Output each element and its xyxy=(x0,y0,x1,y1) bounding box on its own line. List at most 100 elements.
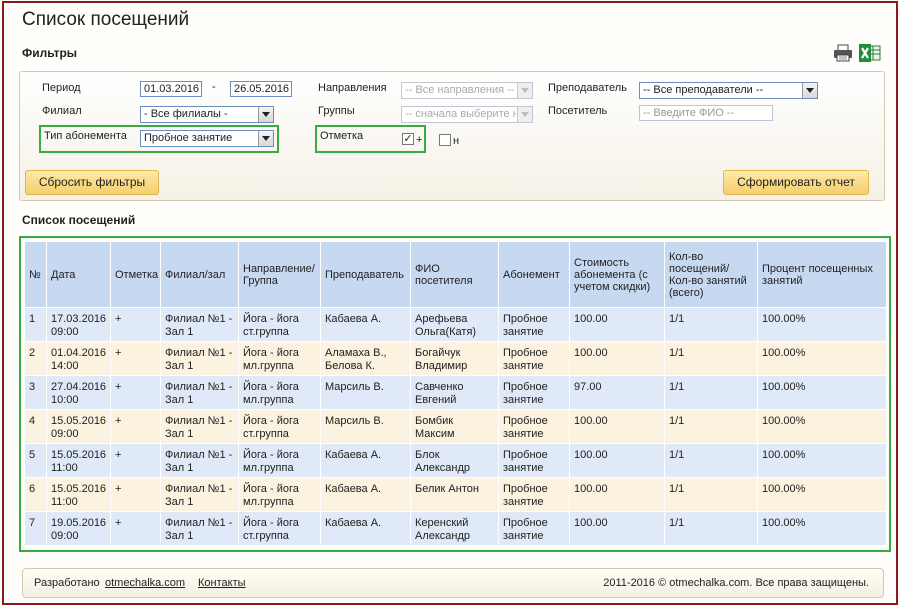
branch-select[interactable]: - Все филиалы - xyxy=(140,106,274,123)
table-cell: Керенский Александр xyxy=(410,511,499,546)
reset-filters-button[interactable]: Сбросить фильтры xyxy=(25,170,159,195)
column-header: Отметка xyxy=(110,241,161,308)
table-row: 2 01.04.2016 14:00 + Филиал №1 - Зал 1 Йога … xyxy=(24,341,887,376)
table-cell: 100.00% xyxy=(757,477,887,512)
mark-plus-checkbox[interactable]: ✓ xyxy=(402,133,414,145)
teacher-select[interactable]: -- Все преподаватели -- xyxy=(639,82,818,99)
table-cell: Йога - йога мл.группа xyxy=(238,375,321,410)
developer-link[interactable]: otmechalka.com xyxy=(105,577,185,589)
mark-n-label: н xyxy=(453,135,460,147)
table-cell: 27.04.2016 10:00 xyxy=(46,375,111,410)
table-cell: 100.00 xyxy=(569,307,665,342)
table-cell: Блок Александр xyxy=(410,443,499,478)
table-cell: 17.03.2016 09:00 xyxy=(46,307,111,342)
date-to-input[interactable]: 26.05.2016 xyxy=(230,81,292,97)
table-cell: 100.00 xyxy=(569,409,665,444)
mark-n-checkbox[interactable] xyxy=(439,134,451,146)
table-cell: 100.00 xyxy=(569,341,665,376)
table-cell: 1/1 xyxy=(664,409,758,444)
mark-plus-label: + xyxy=(416,134,423,146)
teacher-select-value: -- Все преподаватели -- xyxy=(643,84,764,96)
printer-icon[interactable] xyxy=(833,43,853,63)
column-header: Дата xyxy=(46,241,111,308)
table-row: 5 15.05.2016 11:00 + Филиал №1 - Зал 1 Йога … xyxy=(24,443,887,478)
table-cell: 5 xyxy=(24,443,47,478)
table-row: 3 27.04.2016 10:00 + Филиал №1 - Зал 1 Йога … xyxy=(24,375,887,410)
table-cell: 100.00% xyxy=(757,307,887,342)
table-cell: Пробное занятие xyxy=(498,375,570,410)
date-separator: - xyxy=(212,81,216,93)
date-from-input[interactable]: 01.03.2016 xyxy=(140,81,202,97)
table-cell: 100.00 xyxy=(569,443,665,478)
chevron-down-icon xyxy=(802,83,817,98)
subscription-type-value: Пробное занятие xyxy=(144,132,233,144)
table-cell: 97.00 xyxy=(569,375,665,410)
table-cell: Кабаева А. xyxy=(320,307,411,342)
table-cell: + xyxy=(110,341,161,376)
teacher-label: Преподаватель xyxy=(548,82,627,94)
directions-label: Направления xyxy=(318,82,387,94)
table-cell: 100.00 xyxy=(569,477,665,512)
filter-panel: Период 01.03.2016 - 26.05.2016 Филиал - … xyxy=(19,71,885,201)
table-cell: 4 xyxy=(24,409,47,444)
table-cell: 1/1 xyxy=(664,375,758,410)
column-header: Стоимость абонемента (с учетом скидки) xyxy=(569,241,665,308)
table-cell: Кабаева А. xyxy=(320,511,411,546)
table-cell: Филиал №1 - Зал 1 xyxy=(160,511,239,546)
table-cell: 100.00% xyxy=(757,443,887,478)
generate-report-button[interactable]: Сформировать отчет xyxy=(723,170,869,195)
directions-select[interactable]: -- Все направления -- xyxy=(401,82,533,99)
visits-table: № Дата Отметка Филиал/зал Направление/ Групп… xyxy=(24,241,887,546)
table-cell: 1/1 xyxy=(664,341,758,376)
chevron-down-icon xyxy=(517,107,532,122)
table-cell: Кабаева А. xyxy=(320,443,411,478)
table-cell: 15.05.2016 11:00 xyxy=(46,443,111,478)
column-header: Кол-во посещений/ Кол-во занятий (всего) xyxy=(664,241,758,308)
column-header: Филиал/зал xyxy=(160,241,239,308)
contacts-link[interactable]: Контакты xyxy=(198,577,246,589)
directions-select-value: -- Все направления -- xyxy=(405,84,515,96)
excel-icon[interactable] xyxy=(859,43,881,63)
page-title: Список посещений xyxy=(22,9,190,30)
footer-developed-by: Разработано xyxy=(34,577,100,589)
table-cell: Марсиль В. xyxy=(320,375,411,410)
column-header: Процент посещенных занятий xyxy=(757,241,887,308)
list-heading: Список посещений xyxy=(22,213,136,227)
subscription-type-select[interactable]: Пробное занятие xyxy=(140,130,274,147)
table-cell: + xyxy=(110,409,161,444)
table-cell: 100.00 xyxy=(569,511,665,546)
table-cell: 2 xyxy=(24,341,47,376)
table-cell: Филиал №1 - Зал 1 xyxy=(160,443,239,478)
branch-label: Филиал xyxy=(42,105,82,117)
table-cell: 01.04.2016 14:00 xyxy=(46,341,111,376)
table-cell: Пробное занятие xyxy=(498,511,570,546)
table-cell: Пробное занятие xyxy=(498,409,570,444)
page-frame: Список посещений Фильтры Период 01.03.20… xyxy=(2,1,898,605)
table-cell: 6 xyxy=(24,477,47,512)
table-cell: Богайчук Владимир xyxy=(410,341,499,376)
subscription-type-label: Тип абонемента xyxy=(44,130,127,142)
table-cell: Марсиль В. xyxy=(320,409,411,444)
table-row: 4 15.05.2016 09:00 + Филиал №1 - Зал 1 Йога … xyxy=(24,409,887,444)
column-header: ФИО посетителя xyxy=(410,241,499,308)
table-row: 7 19.05.2016 09:00 + Филиал №1 - Зал 1 Йога … xyxy=(24,511,887,546)
table-cell: 1 xyxy=(24,307,47,342)
table-cell: Филиал №1 - Зал 1 xyxy=(160,341,239,376)
table-cell: Йога - йога ст.группа xyxy=(238,307,321,342)
branch-select-value: - Все филиалы - xyxy=(144,108,228,120)
column-header: Направление/ Группа xyxy=(238,241,321,308)
table-cell: Филиал №1 - Зал 1 xyxy=(160,477,239,512)
table-cell: Йога - йога мл.группа xyxy=(238,477,321,512)
table-cell: 15.05.2016 09:00 xyxy=(46,409,111,444)
period-label: Период xyxy=(42,82,81,94)
table-cell: 1/1 xyxy=(664,307,758,342)
mark-label: Отметка xyxy=(320,130,364,142)
table-cell: + xyxy=(110,511,161,546)
column-header: Преподаватель xyxy=(320,241,411,308)
visitor-input[interactable]: -- Введите ФИО -- xyxy=(639,105,773,121)
table-cell: 100.00% xyxy=(757,409,887,444)
table-highlight: № Дата Отметка Филиал/зал Направление/ Групп… xyxy=(19,236,891,552)
table-cell: Арефьева Ольга(Катя) xyxy=(410,307,499,342)
table-cell: Аламаха В., Белова К. xyxy=(320,341,411,376)
groups-select[interactable]: -- сначала выберите н xyxy=(401,106,533,123)
